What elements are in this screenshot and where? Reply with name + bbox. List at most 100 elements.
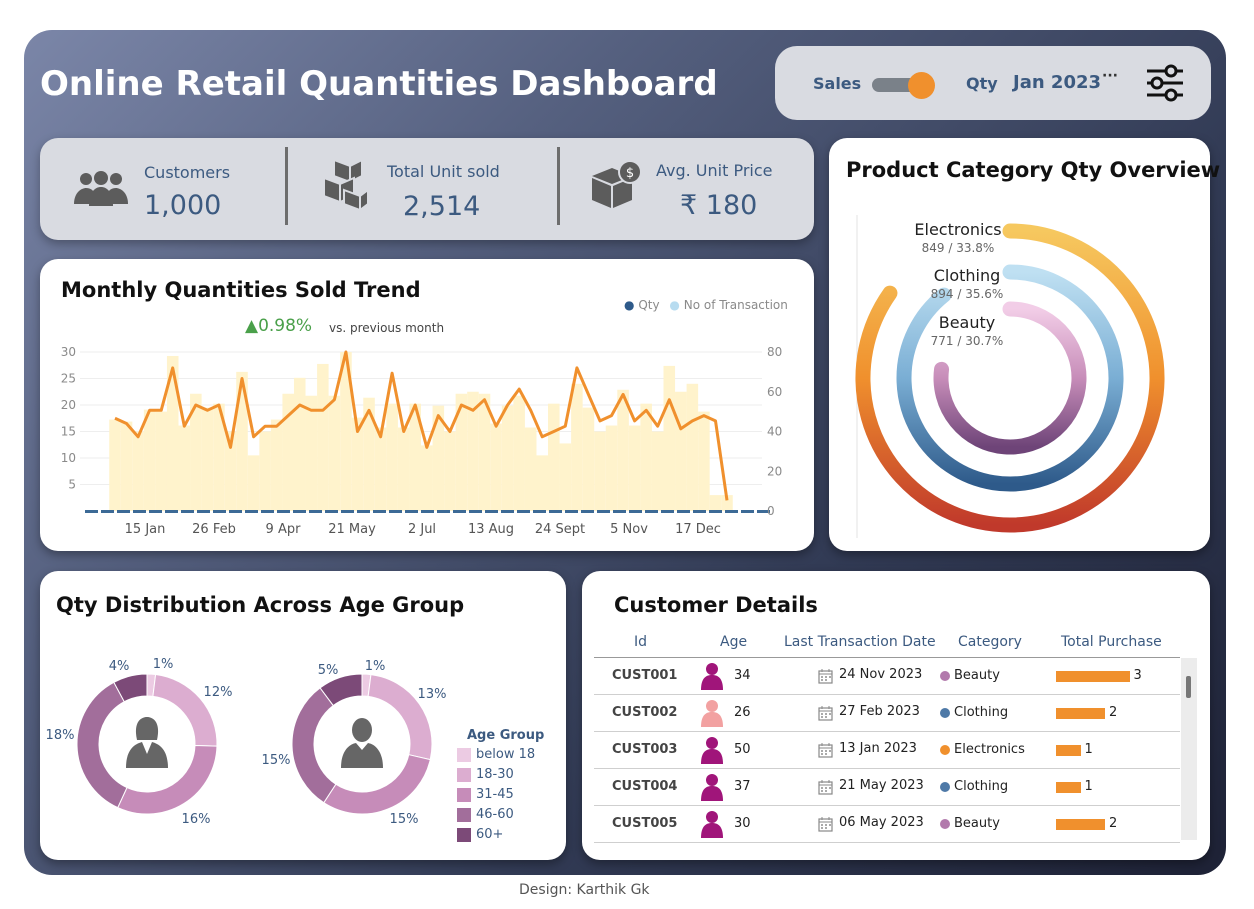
x-tick: 26 Feb	[192, 522, 236, 537]
baseline-segment	[325, 510, 338, 513]
metric-switch-knob[interactable]	[908, 72, 935, 99]
calendar-icon	[818, 780, 833, 795]
male-avatar-icon	[701, 774, 723, 801]
transaction-bar	[120, 421, 133, 511]
cell-category: Beauty	[954, 668, 1000, 683]
cell-date: 24 Nov 2023	[839, 667, 923, 682]
period-selector[interactable]: Jan 2023	[1013, 72, 1101, 93]
boxes-icon	[323, 158, 369, 212]
col-header-purchase[interactable]: Total Purchase	[1061, 634, 1162, 650]
category-dot	[940, 745, 950, 755]
y-right-tick: 40	[767, 425, 782, 439]
kpi-divider	[557, 147, 560, 225]
baseline-segment	[517, 510, 530, 513]
baseline-segment	[501, 510, 514, 513]
trend-chart: 5 10 15 20 25 30 0 20 40 60 80 15 Jan 26 Feb 9 Apr 21 …	[61, 345, 783, 537]
col-header-id[interactable]: Id	[634, 634, 647, 650]
transaction-bar	[247, 455, 260, 511]
transaction-bar	[571, 383, 583, 511]
legend-dot-transactions: ●	[669, 298, 680, 312]
col-header-age[interactable]: Age	[720, 634, 747, 650]
cell-category: Clothing	[954, 705, 1009, 720]
legend-label: 18-30	[476, 767, 514, 782]
cell-id[interactable]: CUST001	[612, 668, 677, 683]
transaction-bar	[686, 383, 699, 511]
cell-age: 37	[734, 779, 751, 794]
baseline-segment	[101, 510, 114, 513]
purchase-bar	[1056, 819, 1105, 830]
metric-toggle-panel: Sales Qty Jan 2023 ···	[775, 46, 1211, 120]
table-scrollbar[interactable]	[1181, 658, 1197, 840]
baseline-segment	[357, 510, 370, 513]
transaction-bar	[490, 423, 502, 511]
baseline-segment	[709, 510, 722, 513]
baseline-segment	[693, 510, 706, 513]
people-icon	[74, 171, 128, 206]
transaction-bar	[559, 443, 572, 511]
purchase-bar	[1056, 782, 1081, 793]
x-tick: 13 Aug	[468, 522, 514, 537]
purchase-bar	[1056, 671, 1130, 682]
cell-date: 21 May 2023	[839, 778, 924, 793]
legend-swatch[interactable]	[457, 788, 471, 802]
baseline-segment	[165, 510, 178, 513]
transaction-bar	[675, 391, 687, 511]
period-more-menu[interactable]: ···	[1102, 68, 1118, 84]
col-header-date[interactable]: Last Transaction Date	[784, 634, 936, 650]
legend-swatch[interactable]	[457, 768, 471, 782]
female-person-icon	[126, 717, 168, 768]
transaction-bar	[663, 365, 676, 511]
baseline-segment	[293, 510, 306, 513]
filter-sliders-icon[interactable]	[1145, 64, 1185, 102]
age-pct-label: 13%	[418, 687, 447, 702]
transaction-bar	[201, 407, 214, 511]
customers-label: Customers	[144, 163, 231, 182]
row-divider	[594, 805, 1180, 806]
baseline-segment	[85, 510, 98, 513]
baseline-segment	[229, 510, 242, 513]
calendar-icon	[818, 743, 833, 758]
baseline-segment	[197, 510, 210, 513]
transaction-bar	[317, 363, 329, 511]
purchase-bar	[1056, 745, 1081, 756]
transaction-bar	[155, 411, 167, 511]
legend-swatch[interactable]	[457, 828, 471, 842]
trend-change-text: vs. previous month	[329, 321, 445, 335]
x-tick: 9 Apr	[266, 522, 302, 537]
qty-label[interactable]: Qty	[966, 74, 998, 93]
baseline-segment	[277, 510, 290, 513]
kpi-strip: Customers 1,000 Total Unit sold 2,514 $ …	[40, 138, 814, 240]
scrollbar-thumb[interactable]	[1186, 676, 1191, 698]
cell-id[interactable]: CUST005	[612, 816, 677, 831]
age-pct-label: 1%	[153, 657, 174, 672]
cell-id[interactable]: CUST002	[612, 705, 677, 720]
transaction-bar	[374, 427, 387, 511]
transaction-bar	[651, 431, 664, 511]
transaction-bar	[305, 395, 318, 511]
baseline-segment	[645, 510, 658, 513]
cell-id[interactable]: CUST003	[612, 742, 677, 757]
y-left-tick: 15	[61, 425, 76, 439]
baseline-segment	[373, 510, 386, 513]
age-pct-label: 1%	[365, 659, 386, 674]
transaction-bar	[397, 427, 410, 511]
y-left-tick: 20	[61, 398, 76, 412]
transaction-bar	[109, 419, 121, 511]
clothing-detail: 894 / 35.6%	[931, 287, 1004, 301]
baseline-segment	[469, 510, 482, 513]
baseline-segment	[549, 510, 562, 513]
cell-age: 26	[734, 705, 751, 720]
sales-label[interactable]: Sales	[813, 74, 861, 93]
age-pct-label: 15%	[262, 753, 291, 768]
legend-swatch[interactable]	[457, 808, 471, 822]
col-header-category[interactable]: Category	[958, 634, 1022, 650]
baseline-segment	[565, 510, 578, 513]
units-sold-value: 2,514	[403, 191, 481, 222]
legend-label: 60+	[476, 827, 504, 842]
purchase-bar	[1056, 708, 1105, 719]
cell-age: 30	[734, 816, 751, 831]
cell-id[interactable]: CUST004	[612, 779, 677, 794]
legend-swatch[interactable]	[457, 748, 471, 762]
transaction-bar	[548, 403, 560, 511]
baseline-segment	[341, 510, 354, 513]
